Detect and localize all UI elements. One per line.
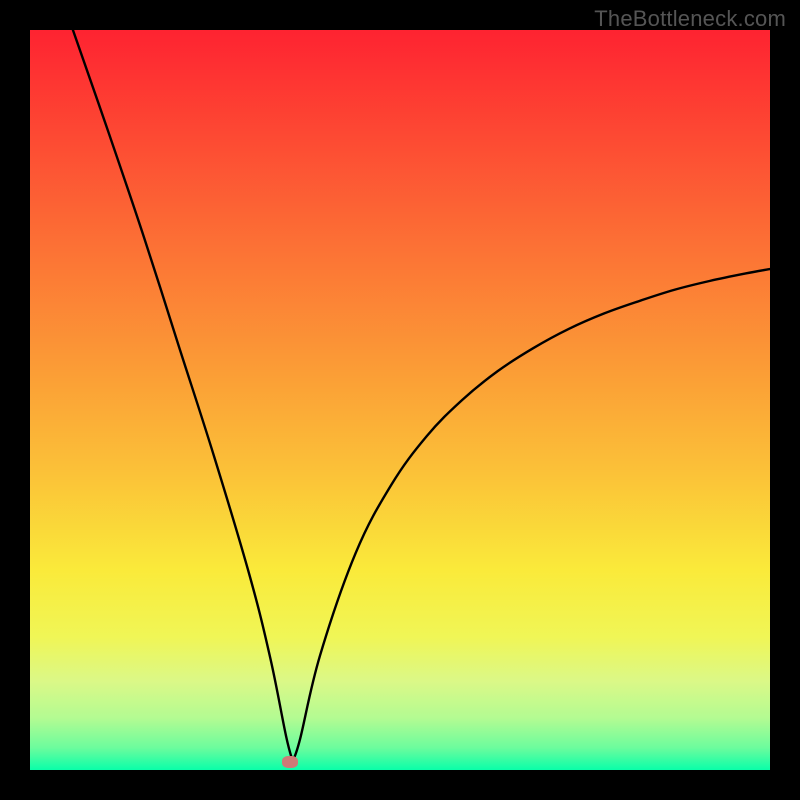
- plot-area: [30, 30, 770, 770]
- watermark-text: TheBottleneck.com: [594, 6, 786, 32]
- bottleneck-curve: [30, 30, 770, 770]
- chart-frame: TheBottleneck.com: [0, 0, 800, 800]
